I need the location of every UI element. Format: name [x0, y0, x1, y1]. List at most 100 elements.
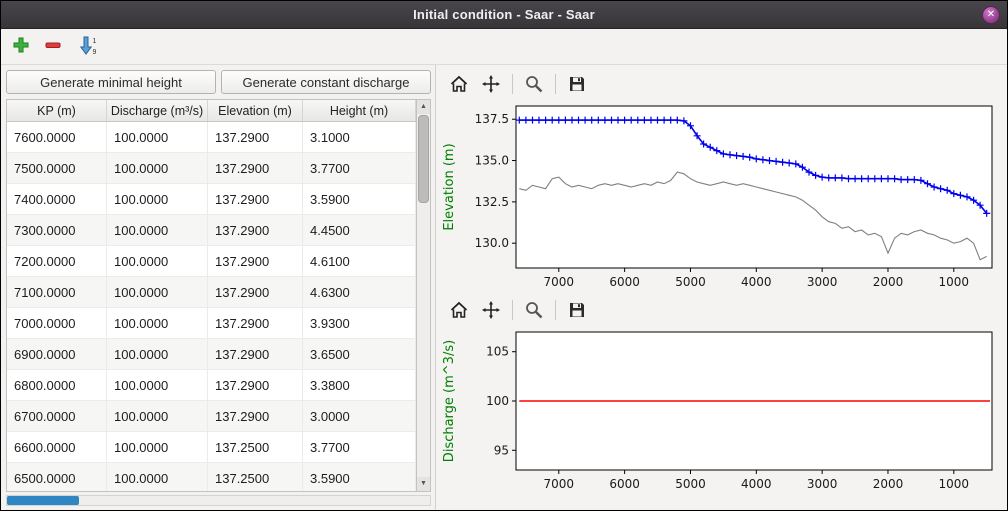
table-cell[interactable]: 4.4500 — [303, 215, 416, 245]
table-cell[interactable]: 100.0000 — [107, 308, 208, 338]
toolbar-separator — [512, 300, 513, 320]
table-cell[interactable]: 6900.0000 — [7, 339, 107, 369]
left-panel: Generate minimal height Generate constan… — [1, 65, 435, 510]
table-cell[interactable]: 6800.0000 — [7, 370, 107, 400]
table-row[interactable]: 6600.0000100.0000137.25003.7700 — [7, 432, 416, 463]
table-cell[interactable]: 137.2900 — [208, 184, 303, 214]
zoom-icon[interactable] — [521, 72, 547, 96]
scroll-up-arrow-icon[interactable]: ▲ — [417, 100, 430, 114]
sort-range-label: 1 9 — [93, 38, 97, 56]
table-cell[interactable]: 137.2900 — [208, 277, 303, 307]
table-cell[interactable]: 7300.0000 — [7, 215, 107, 245]
column-header-kp[interactable]: KP (m) — [7, 100, 107, 121]
table-row[interactable]: 7200.0000100.0000137.29004.6100 — [7, 246, 416, 277]
horizontal-scrollbar-thumb[interactable] — [7, 496, 79, 505]
table-cell[interactable]: 3.5900 — [303, 184, 416, 214]
table-cell[interactable]: 137.2900 — [208, 122, 303, 152]
home-icon[interactable] — [446, 72, 472, 96]
table-cell[interactable]: 137.2500 — [208, 432, 303, 462]
table-cell[interactable]: 137.2900 — [208, 215, 303, 245]
svg-text:2000: 2000 — [873, 275, 904, 289]
table-cell[interactable]: 100.0000 — [107, 215, 208, 245]
column-header-height[interactable]: Height (m) — [303, 100, 416, 121]
svg-text:100: 100 — [486, 394, 509, 408]
table-cell[interactable]: 7100.0000 — [7, 277, 107, 307]
column-header-discharge[interactable]: Discharge (m³/s) — [107, 100, 208, 121]
pan-icon[interactable] — [478, 298, 504, 322]
table-cell[interactable]: 4.6100 — [303, 246, 416, 276]
table-cell[interactable]: 137.2900 — [208, 401, 303, 431]
table-cell[interactable]: 137.2900 — [208, 308, 303, 338]
table-row[interactable]: 6800.0000100.0000137.29003.3800 — [7, 370, 416, 401]
table-cell[interactable]: 7000.0000 — [7, 308, 107, 338]
table-row[interactable]: 7000.0000100.0000137.29003.9300 — [7, 308, 416, 339]
save-icon[interactable] — [564, 298, 590, 322]
svg-text:Discharge (m^3/s): Discharge (m^3/s) — [442, 340, 457, 462]
zoom-icon[interactable] — [521, 298, 547, 322]
table-cell[interactable]: 3.3800 — [303, 370, 416, 400]
window-title: Initial condition - Saar - Saar — [1, 7, 1007, 22]
table-row[interactable]: 7300.0000100.0000137.29004.4500 — [7, 215, 416, 246]
scroll-down-arrow-icon[interactable]: ▼ — [417, 477, 430, 491]
sort-button[interactable]: 1 9 — [71, 33, 105, 61]
table-body: 7600.0000100.0000137.29003.10007500.0000… — [7, 122, 416, 491]
table-cell[interactable]: 137.2500 — [208, 463, 303, 491]
table-row[interactable]: 7600.0000100.0000137.29003.1000 — [7, 122, 416, 153]
table-cell[interactable]: 7500.0000 — [7, 153, 107, 183]
discharge-chart[interactable]: 700060005000400030002000100095100105Disc… — [438, 325, 1004, 497]
table-cell[interactable]: 100.0000 — [107, 184, 208, 214]
table-cell[interactable]: 3.7700 — [303, 432, 416, 462]
column-header-elevation[interactable]: Elevation (m) — [208, 100, 303, 121]
table-cell[interactable]: 100.0000 — [107, 339, 208, 369]
table-row[interactable]: 7400.0000100.0000137.29003.5900 — [7, 184, 416, 215]
table-cell[interactable]: 6500.0000 — [7, 463, 107, 491]
table-cell[interactable]: 100.0000 — [107, 463, 208, 491]
generate-minimal-height-button[interactable]: Generate minimal height — [6, 70, 216, 94]
svg-text:135.0: 135.0 — [475, 154, 509, 168]
table-cell[interactable]: 3.9300 — [303, 308, 416, 338]
table-cell[interactable]: 4.6300 — [303, 277, 416, 307]
table-cell[interactable]: 3.5900 — [303, 463, 416, 491]
table-cell[interactable]: 137.2900 — [208, 339, 303, 369]
table-cell[interactable]: 3.1000 — [303, 122, 416, 152]
table-cell[interactable]: 100.0000 — [107, 432, 208, 462]
table-row[interactable]: 7500.0000100.0000137.29003.7700 — [7, 153, 416, 184]
sort-arrow-icon — [80, 36, 92, 58]
table-cell[interactable]: 6600.0000 — [7, 432, 107, 462]
table-cell[interactable]: 100.0000 — [107, 370, 208, 400]
save-icon[interactable] — [564, 72, 590, 96]
home-icon[interactable] — [446, 298, 472, 322]
table-cell[interactable]: 7400.0000 — [7, 184, 107, 214]
svg-text:137.5: 137.5 — [475, 112, 509, 126]
table-cell[interactable]: 137.2900 — [208, 153, 303, 183]
vertical-scrollbar-thumb[interactable] — [418, 115, 429, 203]
horizontal-scrollbar[interactable] — [6, 495, 431, 506]
table-cell[interactable]: 7600.0000 — [7, 122, 107, 152]
table-cell[interactable]: 100.0000 — [107, 277, 208, 307]
table-cell[interactable]: 137.2900 — [208, 246, 303, 276]
table-row[interactable]: 6500.0000100.0000137.25003.5900 — [7, 463, 416, 491]
add-row-button[interactable] — [7, 33, 35, 61]
elevation-chart[interactable]: 7000600050004000300020001000130.0132.513… — [438, 99, 1004, 295]
table-cell[interactable]: 3.0000 — [303, 401, 416, 431]
close-button[interactable]: ✕ — [982, 6, 1000, 24]
table-cell[interactable]: 100.0000 — [107, 122, 208, 152]
vertical-scrollbar[interactable]: ▲ ▼ — [417, 99, 431, 492]
table-cell[interactable]: 100.0000 — [107, 401, 208, 431]
table-cell[interactable]: 3.7700 — [303, 153, 416, 183]
table-row[interactable]: 6700.0000100.0000137.29003.0000 — [7, 401, 416, 432]
pan-icon[interactable] — [478, 72, 504, 96]
table-cell[interactable]: 6700.0000 — [7, 401, 107, 431]
table-cell[interactable]: 100.0000 — [107, 246, 208, 276]
content: Generate minimal height Generate constan… — [1, 65, 1007, 510]
table-cell[interactable]: 100.0000 — [107, 153, 208, 183]
table-row[interactable]: 7100.0000100.0000137.29004.6300 — [7, 277, 416, 308]
table-cell[interactable]: 137.2900 — [208, 370, 303, 400]
toolbar-separator — [512, 74, 513, 94]
generate-constant-discharge-button[interactable]: Generate constant discharge — [221, 70, 431, 94]
table-cell[interactable]: 3.6500 — [303, 339, 416, 369]
table-cell[interactable]: 7200.0000 — [7, 246, 107, 276]
remove-row-button[interactable] — [39, 33, 67, 61]
table-row[interactable]: 6900.0000100.0000137.29003.6500 — [7, 339, 416, 370]
vertical-scrollbar-track[interactable] — [417, 114, 430, 477]
